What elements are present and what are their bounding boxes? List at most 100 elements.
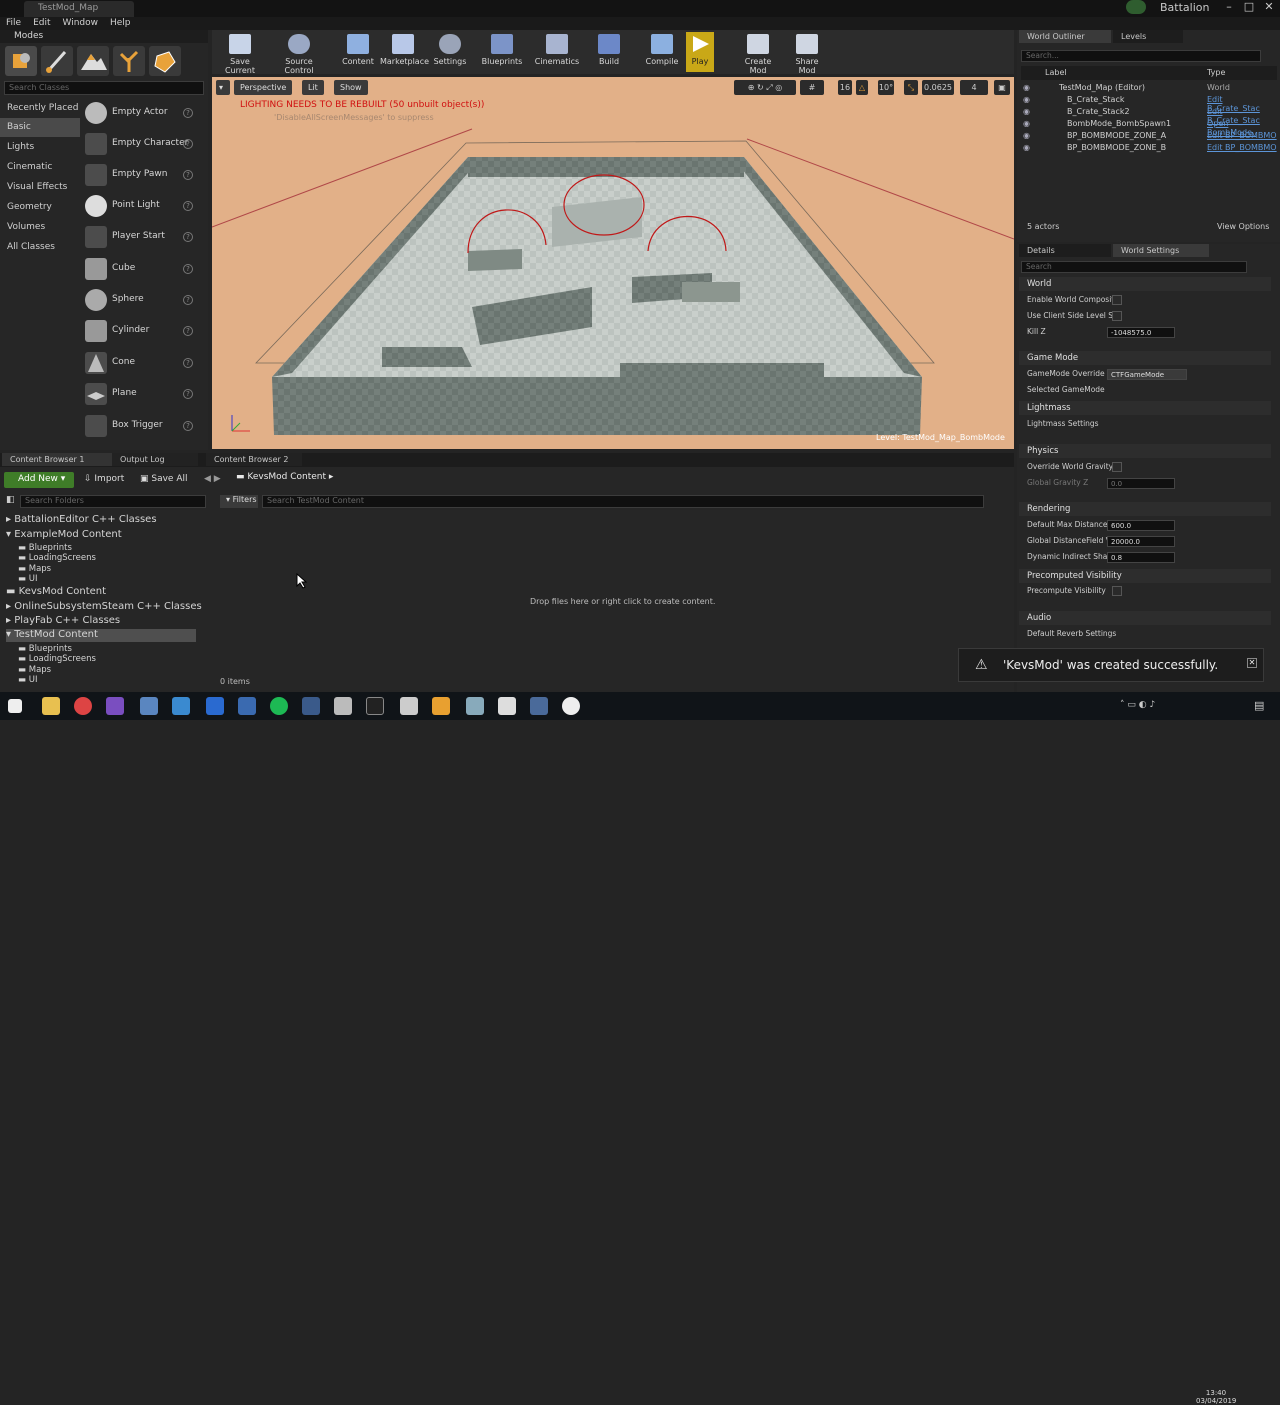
marketplace-button[interactable]: Marketplace (380, 32, 429, 72)
unreal-engine-icon[interactable] (562, 697, 580, 715)
app-icon[interactable] (334, 697, 352, 715)
app-icon[interactable] (238, 697, 256, 715)
menu-edit[interactable]: Edit (27, 17, 56, 28)
help-icon[interactable]: ? (183, 170, 193, 180)
modes-header[interactable]: Modes (0, 30, 208, 43)
content-button[interactable]: Content (340, 32, 376, 72)
outliner-row[interactable]: ◉ B_Crate_Stack Edit B_Crate_Stac (1021, 94, 1277, 113)
notification-center-icon[interactable]: ▤ (1254, 699, 1264, 712)
share-mod-button[interactable]: Share Mod (786, 32, 828, 75)
checkbox[interactable] (1112, 295, 1122, 305)
class-item-empty-pawn[interactable]: Empty Pawn? (82, 160, 200, 190)
view-options-button[interactable]: View Options (1217, 222, 1269, 231)
category-lights[interactable]: Lights (0, 138, 80, 157)
section-game-mode[interactable]: Game Mode (1019, 351, 1271, 365)
col-label[interactable]: Label (1045, 68, 1067, 77)
maximize-button[interactable]: □ (1238, 0, 1260, 16)
breadcrumb[interactable]: ▬ KevsMod Content ▸ (236, 472, 333, 482)
class-item-box-trigger[interactable]: Box Trigger? (82, 411, 200, 441)
visibility-eye-icon[interactable]: ◉ (1023, 95, 1030, 104)
gamemode-override-dropdown[interactable]: CTFGameMode (1107, 369, 1187, 380)
category-all-classes[interactable]: All Classes (0, 238, 80, 257)
calculator-icon[interactable] (400, 697, 418, 715)
visibility-eye-icon[interactable]: ◉ (1023, 83, 1030, 92)
visibility-eye-icon[interactable]: ◉ (1023, 131, 1030, 140)
tab-world-settings[interactable]: World Settings (1113, 244, 1209, 257)
section-lightmass[interactable]: Lightmass (1019, 401, 1271, 415)
category-volumes[interactable]: Volumes (0, 218, 80, 237)
prop-lightmass-settings[interactable]: Lightmass Settings (1027, 419, 1267, 433)
landscape-mode-icon[interactable] (77, 46, 109, 76)
outliner-row[interactable]: ◉ B_Crate_Stack2 Edit B_Crate_Stac (1021, 106, 1277, 125)
tab-details[interactable]: Details (1019, 244, 1111, 257)
place-mode-icon[interactable] (5, 46, 37, 76)
global-distance-field-field[interactable]: 20000.0 (1107, 536, 1175, 547)
maximize-viewport-icon[interactable]: ▣ (994, 80, 1010, 95)
app-icon[interactable] (172, 697, 190, 715)
rotation-snap-icon[interactable]: △ (856, 80, 868, 95)
section-world[interactable]: World (1019, 277, 1271, 291)
folder-item[interactable]: ▬ KevsMod Content (6, 586, 106, 599)
class-item-cone[interactable]: Cone? (82, 348, 200, 378)
spotify-icon[interactable] (270, 697, 288, 715)
app-icon[interactable] (432, 697, 450, 715)
help-icon[interactable]: ? (183, 358, 193, 368)
start-menu-icon[interactable] (8, 699, 22, 713)
help-icon[interactable]: ? (183, 108, 193, 118)
class-item-player-start[interactable]: Player Start? (82, 222, 200, 252)
geometry-edit-mode-icon[interactable] (149, 46, 181, 76)
checkbox[interactable] (1112, 311, 1122, 321)
menu-file[interactable]: File (0, 17, 27, 28)
dynamic-indirect-shadow-field[interactable]: 0.8 (1107, 552, 1175, 563)
class-item-sphere[interactable]: Sphere? (82, 285, 200, 315)
help-icon[interactable]: ? (183, 389, 193, 399)
class-item-point-light[interactable]: Point Light? (82, 191, 200, 221)
folder-item-selected[interactable]: ▾ TestMod Content (6, 629, 196, 642)
help-icon[interactable]: ? (183, 264, 193, 274)
class-item-plane[interactable]: Plane? (82, 379, 200, 409)
checkbox[interactable] (1112, 462, 1122, 472)
global-gravity-z-field[interactable]: 0.0 (1107, 478, 1175, 489)
close-button[interactable]: ✕ (1258, 0, 1280, 16)
visibility-eye-icon[interactable]: ◉ (1023, 143, 1030, 152)
help-icon[interactable]: ? (183, 421, 193, 431)
source-control-status-icon[interactable] (1126, 0, 1146, 14)
class-item-cube[interactable]: Cube? (82, 254, 200, 284)
steam-icon[interactable] (530, 697, 548, 715)
folder-item[interactable]: ▾ ExampleMod Content (6, 529, 122, 542)
tab-output-log[interactable]: Output Log (112, 453, 198, 466)
steam-icon[interactable] (302, 697, 320, 715)
chrome-icon[interactable] (74, 697, 92, 715)
class-item-cylinder[interactable]: Cylinder? (82, 316, 200, 346)
compile-button[interactable]: Compile (642, 32, 682, 72)
save-current-button[interactable]: Save Current (216, 32, 264, 75)
category-cinematic[interactable]: Cinematic (0, 158, 80, 177)
add-new-button[interactable]: Add New ▾ (4, 472, 74, 488)
search-classes-input[interactable]: Search Classes (4, 81, 204, 95)
app-icon[interactable] (466, 697, 484, 715)
camera-speed[interactable]: 4 (960, 80, 988, 95)
folder-item[interactable]: ▸ PlayFab C++ Classes (6, 615, 120, 628)
section-precomputed-visibility[interactable]: Precomputed Visibility (1019, 569, 1271, 583)
help-icon[interactable]: ? (183, 232, 193, 242)
outliner-row[interactable]: ◉ BP_BOMBMODE_ZONE_B Edit BP_BOMBMO (1021, 142, 1277, 154)
section-audio[interactable]: Audio (1019, 611, 1271, 625)
dismiss-toast-button[interactable]: ✕ (1247, 658, 1257, 668)
foliage-mode-icon[interactable] (113, 46, 145, 76)
visibility-eye-icon[interactable]: ◉ (1023, 107, 1030, 116)
category-basic[interactable]: Basic (0, 118, 80, 137)
grid-snap-icon[interactable]: # (800, 80, 824, 95)
perspective-button[interactable]: Perspective (234, 80, 293, 95)
show-button[interactable]: Show (334, 80, 368, 95)
history-back-button[interactable]: ◀ ▶ (204, 472, 221, 488)
app-icon[interactable] (140, 697, 158, 715)
cinematics-button[interactable]: Cinematics (534, 32, 580, 72)
outliner-row[interactable]: ◉ BombMode_BombSpawn1 Open BombMode_ (1021, 118, 1277, 137)
app-icon[interactable] (206, 697, 224, 715)
menu-window[interactable]: Window (57, 17, 105, 28)
sources-toggle-icon[interactable]: ◧ (6, 495, 15, 505)
rotation-snap-value[interactable]: 10° (878, 80, 894, 95)
app-icon[interactable] (498, 697, 516, 715)
transform-tools[interactable]: ⊕ ↻ ⤢ ◎ (734, 80, 796, 95)
tab-levels[interactable]: Levels (1113, 30, 1183, 43)
